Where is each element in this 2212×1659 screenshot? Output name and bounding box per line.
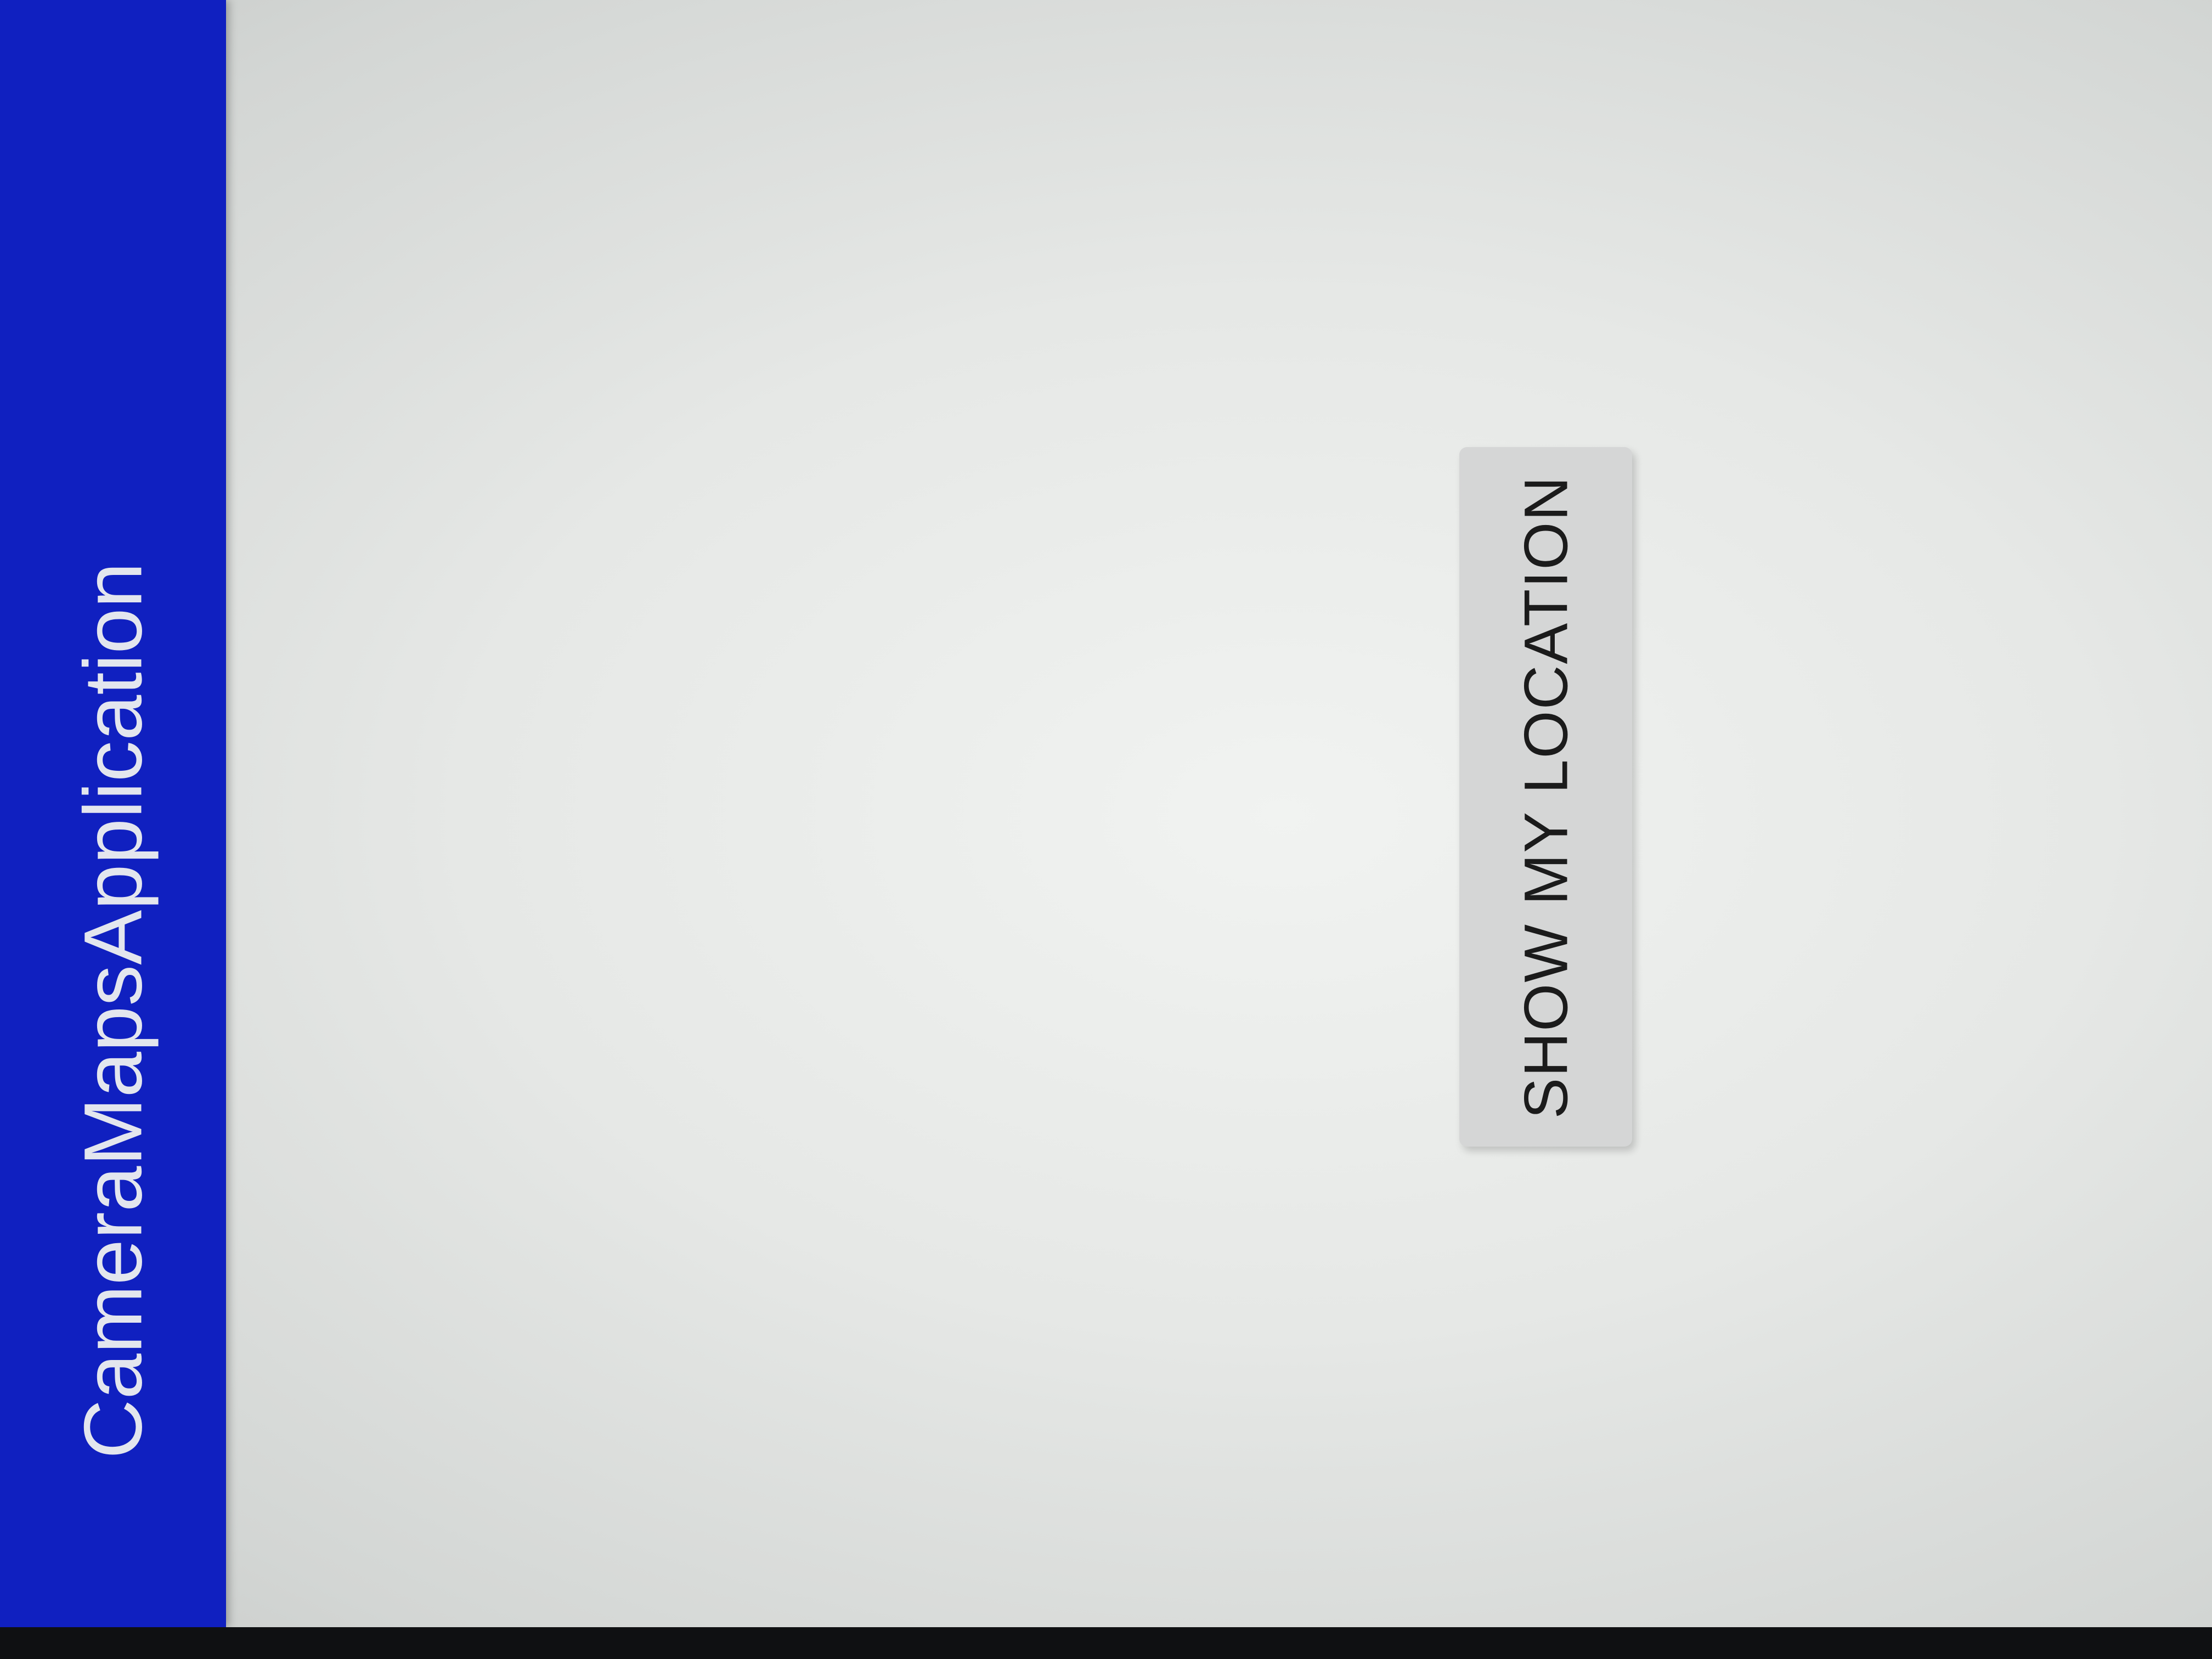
device-bezel <box>0 1627 2212 1659</box>
app-bar: CameraMapsApplication <box>0 0 226 1627</box>
app-screen: CameraMapsApplication SHOW MY LOCATION <box>0 0 2212 1627</box>
show-my-location-label: SHOW MY LOCATION <box>1511 475 1580 1119</box>
app-title: CameraMapsApplication <box>66 562 159 1459</box>
device-photo: CameraMapsApplication SHOW MY LOCATION <box>0 0 2212 1659</box>
show-my-location-button[interactable]: SHOW MY LOCATION <box>1459 447 1632 1147</box>
